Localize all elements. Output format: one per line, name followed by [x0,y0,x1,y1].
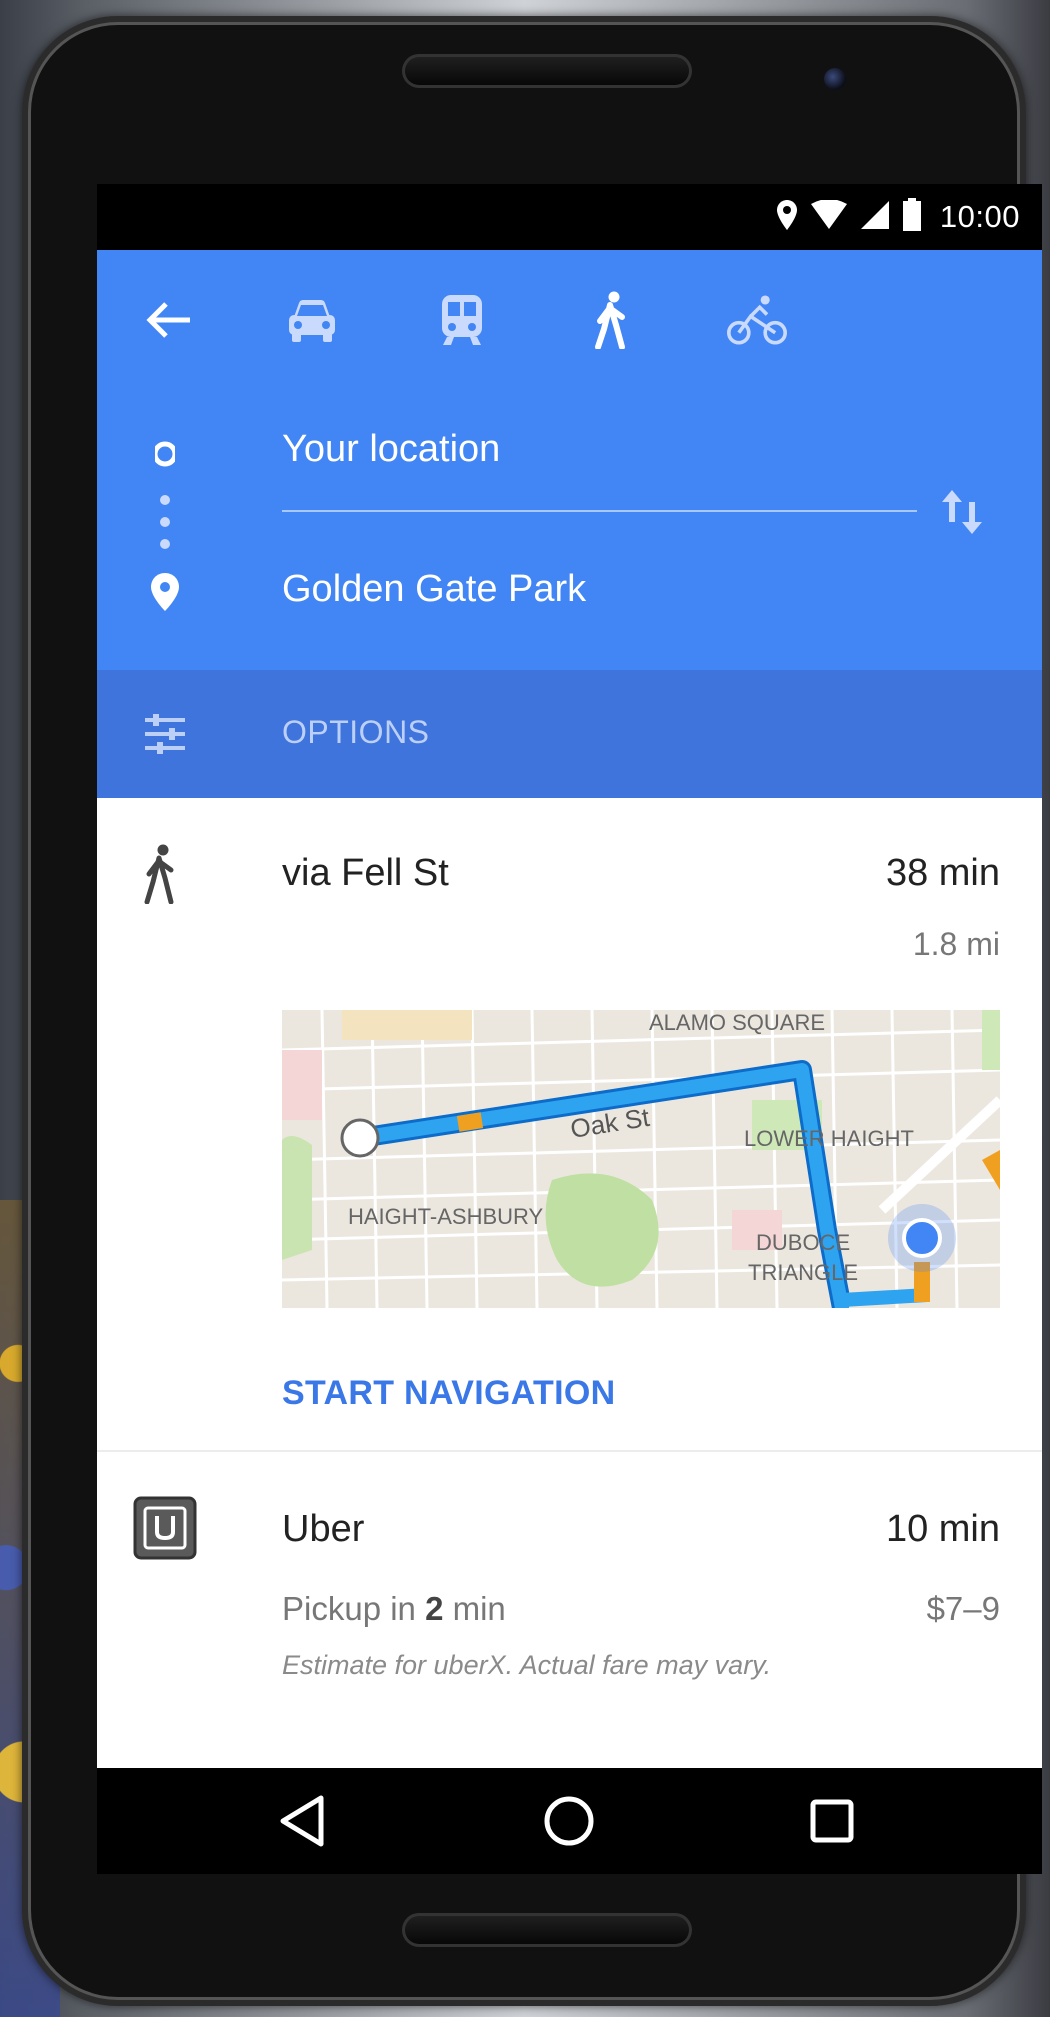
screen: 10:00 Your location Golden Gate Park OPT… [97,184,1042,1874]
route-map-preview[interactable]: ALAMO SQUARE Oak St LOWER HAIGHT HAIGHT-… [282,1010,1000,1308]
map-label-lower-haight: LOWER HAIGHT [744,1126,914,1151]
uber-option-card[interactable]: Uber 10 min Pickup in 2 min $7–9 Estimat… [97,1452,1042,1768]
back-triangle-icon [280,1795,324,1847]
map-label-duboce: DUBOCE [756,1230,850,1255]
uber-price: $7–9 [926,1590,1000,1627]
bottom-speaker [402,1913,692,1947]
options-bar[interactable]: OPTIONS [97,670,1042,798]
pickup-prefix: Pickup in [282,1590,426,1627]
back-arrow-icon [146,302,190,338]
mode-walking-button[interactable] [582,290,642,350]
start-navigation-button[interactable]: START NAVIGATION [282,1374,615,1413]
signal-icon [860,200,890,235]
swap-button[interactable] [940,486,986,543]
options-label: OPTIONS [282,714,430,750]
wifi-icon [810,198,848,235]
uber-fare-note: Estimate for uberX. Actual fare may vary… [282,1650,772,1680]
route-options-list: via Fell St 38 min 1.8 mi ALAMO SQUARE O… [97,798,1042,1768]
route-fields: Your location Golden Gate Park [97,390,1042,670]
mode-cycling-button[interactable] [727,290,787,350]
swap-icon [942,490,982,534]
destination-field[interactable]: Golden Gate Park [282,568,586,611]
directions-header: Your location Golden Gate Park [97,250,1042,670]
route-name: via Fell St [282,852,449,894]
uber-pickup-time: Pickup in 2 min [282,1590,506,1628]
walk-icon [595,291,625,349]
uber-name: Uber [282,1508,365,1550]
home-circle-icon [544,1796,594,1846]
bike-icon [727,295,787,345]
back-button[interactable] [139,290,199,350]
front-camera [824,68,846,90]
status-bar: 10:00 [97,184,1042,250]
uber-duration: 10 min [885,1508,1000,1550]
nav-back-button[interactable] [267,1788,337,1854]
destination-pin-icon [151,573,179,611]
route-duration: 38 min [885,852,1000,894]
origin-field[interactable]: Your location [282,428,500,471]
battery-icon [902,197,922,237]
mode-transit-button[interactable] [432,290,492,350]
tune-icon [145,714,185,754]
field-divider [282,510,917,512]
top-speaker [402,54,692,88]
recents-square-icon [810,1799,854,1843]
clock: 10:00 [939,199,1020,234]
phone-frame: 10:00 Your location Golden Gate Park OPT… [22,16,1042,2006]
map-label-alamo-square: ALAMO SQUARE [649,1010,825,1035]
map-label-haight-ashbury: HAIGHT-ASHBURY [348,1204,544,1229]
location-icon [776,199,798,236]
travel-mode-bar [97,250,1042,390]
system-nav-bar [97,1768,1042,1874]
mode-driving-button[interactable] [282,290,342,350]
nav-home-button[interactable] [534,1788,604,1854]
map-canvas: ALAMO SQUARE Oak St LOWER HAIGHT HAIGHT-… [282,1010,1000,1308]
walk-icon [144,844,174,904]
route-distance: 1.8 mi [912,926,1000,962]
uber-logo-icon [133,1496,197,1560]
pickup-minutes: 2 [425,1590,444,1627]
transit-icon [442,295,482,345]
route-connector-icon [155,441,175,549]
walking-route-card[interactable]: via Fell St 38 min 1.8 mi ALAMO SQUARE O… [97,798,1042,1458]
pickup-suffix: min [443,1590,506,1627]
car-icon [289,300,335,342]
nav-recents-button[interactable] [797,1788,867,1854]
map-label-triangle: TRIANGLE [748,1260,858,1285]
